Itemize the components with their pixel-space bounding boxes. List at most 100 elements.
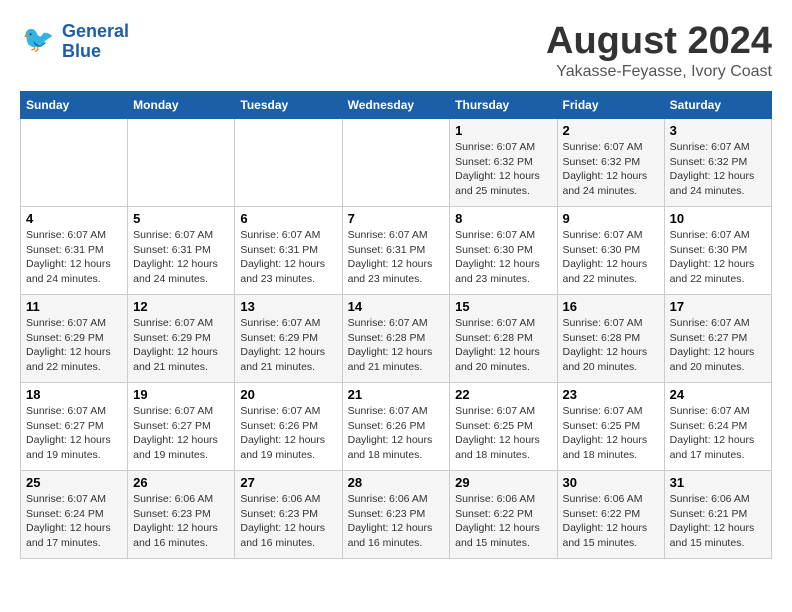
day-info: Sunrise: 6:07 AM Sunset: 6:31 PM Dayligh…: [348, 228, 445, 287]
day-info: Sunrise: 6:06 AM Sunset: 6:23 PM Dayligh…: [348, 492, 445, 551]
weekday-header: Saturday: [664, 92, 771, 119]
day-info: Sunrise: 6:07 AM Sunset: 6:31 PM Dayligh…: [133, 228, 229, 287]
calendar-cell: 20Sunrise: 6:07 AM Sunset: 6:26 PM Dayli…: [235, 383, 342, 471]
weekday-header: Sunday: [21, 92, 128, 119]
calendar-cell: 27 Sunrise: 6:06 AM Sunset: 6:23 PM Dayli…: [235, 471, 342, 559]
day-number: 4: [26, 211, 122, 226]
calendar-cell: 19 Sunrise: 6:07 AM Sunset: 6:27 PM Dayli…: [128, 383, 235, 471]
day-number: 10: [670, 211, 766, 226]
day-info: Sunrise: 6:07 AM Sunset: 6:29 PM Dayligh…: [133, 316, 229, 375]
day-info: Sunrise: 6:07 AM Sunset: 6:31 PM Dayligh…: [240, 228, 336, 287]
calendar-cell: [21, 119, 128, 207]
day-info: Sunrise: 6:06 AM Sunset: 6:23 PM Dayligh…: [240, 492, 336, 551]
day-info: Sunrise: 6:07 AM Sunset: 6:31 PM Dayligh…: [26, 228, 122, 287]
day-info: Sunrise: 6:07 AM Sunset: 6:28 PM Dayligh…: [455, 316, 551, 375]
day-info: Sunrise: 6:07 AM Sunset: 6:28 PM Dayligh…: [348, 316, 445, 375]
day-number: 23: [563, 387, 659, 402]
calendar-cell: 30 Sunrise: 6:06 AM Sunset: 6:22 PM Dayli…: [557, 471, 664, 559]
calendar-cell: 23Sunrise: 6:07 AM Sunset: 6:25 PM Dayli…: [557, 383, 664, 471]
day-number: 2: [563, 123, 659, 138]
day-number: 30: [563, 475, 659, 490]
calendar-cell: 25 Sunrise: 6:07 AM Sunset: 6:24 PM Dayli…: [21, 471, 128, 559]
calendar-cell: 5Sunrise: 6:07 AM Sunset: 6:31 PM Daylig…: [128, 207, 235, 295]
calendar-cell: 3 Sunrise: 6:07 AM Sunset: 6:32 PM Daylig…: [664, 119, 771, 207]
page-header: 🐦 General Blue August 2024 Yakasse-Feyas…: [20, 20, 772, 81]
day-number: 6: [240, 211, 336, 226]
day-info: Sunrise: 6:07 AM Sunset: 6:29 PM Dayligh…: [240, 316, 336, 375]
calendar-cell: 26Sunrise: 6:06 AM Sunset: 6:23 PM Dayli…: [128, 471, 235, 559]
day-number: 15: [455, 299, 551, 314]
day-number: 18: [26, 387, 122, 402]
title-block: August 2024 Yakasse-Feyasse, Ivory Coast: [546, 20, 772, 81]
day-info: Sunrise: 6:07 AM Sunset: 6:26 PM Dayligh…: [348, 404, 445, 463]
calendar-cell: 15 Sunrise: 6:07 AM Sunset: 6:28 PM Dayli…: [450, 295, 557, 383]
day-number: 8: [455, 211, 551, 226]
weekday-header: Thursday: [450, 92, 557, 119]
day-number: 12: [133, 299, 229, 314]
day-number: 25: [26, 475, 122, 490]
calendar-cell: 1 Sunrise: 6:07 AM Sunset: 6:32 PM Daylig…: [450, 119, 557, 207]
calendar-cell: 29 Sunrise: 6:06 AM Sunset: 6:22 PM Dayli…: [450, 471, 557, 559]
weekday-header-row: SundayMondayTuesdayWednesdayThursdayFrid…: [21, 92, 772, 119]
day-number: 1: [455, 123, 551, 138]
svg-text:🐦: 🐦: [22, 24, 54, 54]
day-number: 3: [670, 123, 766, 138]
day-info: Sunrise: 6:07 AM Sunset: 6:29 PM Dayligh…: [26, 316, 122, 375]
day-number: 19: [133, 387, 229, 402]
calendar-cell: [128, 119, 235, 207]
day-number: 29: [455, 475, 551, 490]
calendar-cell: [342, 119, 450, 207]
day-number: 9: [563, 211, 659, 226]
day-number: 28: [348, 475, 445, 490]
calendar-week-row: 1 Sunrise: 6:07 AM Sunset: 6:32 PM Daylig…: [21, 119, 772, 207]
calendar-cell: 22Sunrise: 6:07 AM Sunset: 6:25 PM Dayli…: [450, 383, 557, 471]
day-number: 20: [240, 387, 336, 402]
day-info: Sunrise: 6:07 AM Sunset: 6:24 PM Dayligh…: [26, 492, 122, 551]
calendar-cell: 11 Sunrise: 6:07 AM Sunset: 6:29 PM Dayli…: [21, 295, 128, 383]
logo: 🐦 General Blue: [20, 20, 129, 63]
day-info: Sunrise: 6:07 AM Sunset: 6:24 PM Dayligh…: [670, 404, 766, 463]
calendar-cell: 18 Sunrise: 6:07 AM Sunset: 6:27 PM Dayli…: [21, 383, 128, 471]
calendar-cell: 4 Sunrise: 6:07 AM Sunset: 6:31 PM Daylig…: [21, 207, 128, 295]
calendar-table: SundayMondayTuesdayWednesdayThursdayFrid…: [20, 91, 772, 559]
calendar-cell: 16Sunrise: 6:07 AM Sunset: 6:28 PM Dayli…: [557, 295, 664, 383]
weekday-header: Wednesday: [342, 92, 450, 119]
day-number: 11: [26, 299, 122, 314]
day-info: Sunrise: 6:07 AM Sunset: 6:32 PM Dayligh…: [670, 140, 766, 199]
day-info: Sunrise: 6:07 AM Sunset: 6:32 PM Dayligh…: [455, 140, 551, 199]
calendar-cell: 8Sunrise: 6:07 AM Sunset: 6:30 PM Daylig…: [450, 207, 557, 295]
day-number: 14: [348, 299, 445, 314]
day-info: Sunrise: 6:07 AM Sunset: 6:27 PM Dayligh…: [26, 404, 122, 463]
calendar-cell: 17Sunrise: 6:07 AM Sunset: 6:27 PM Dayli…: [664, 295, 771, 383]
calendar-cell: 24 Sunrise: 6:07 AM Sunset: 6:24 PM Dayli…: [664, 383, 771, 471]
calendar-cell: 31Sunrise: 6:06 AM Sunset: 6:21 PM Dayli…: [664, 471, 771, 559]
calendar-cell: 12 Sunrise: 6:07 AM Sunset: 6:29 PM Dayli…: [128, 295, 235, 383]
logo-icon: 🐦: [20, 20, 58, 58]
day-info: Sunrise: 6:07 AM Sunset: 6:27 PM Dayligh…: [670, 316, 766, 375]
weekday-header: Tuesday: [235, 92, 342, 119]
calendar-week-row: 4 Sunrise: 6:07 AM Sunset: 6:31 PM Daylig…: [21, 207, 772, 295]
day-info: Sunrise: 6:07 AM Sunset: 6:30 PM Dayligh…: [563, 228, 659, 287]
day-info: Sunrise: 6:07 AM Sunset: 6:25 PM Dayligh…: [455, 404, 551, 463]
weekday-header: Monday: [128, 92, 235, 119]
day-info: Sunrise: 6:06 AM Sunset: 6:21 PM Dayligh…: [670, 492, 766, 551]
calendar-week-row: 25 Sunrise: 6:07 AM Sunset: 6:24 PM Dayli…: [21, 471, 772, 559]
calendar-cell: 10 Sunrise: 6:07 AM Sunset: 6:30 PM Dayli…: [664, 207, 771, 295]
day-info: Sunrise: 6:06 AM Sunset: 6:22 PM Dayligh…: [455, 492, 551, 551]
calendar-cell: 14 Sunrise: 6:07 AM Sunset: 6:28 PM Dayli…: [342, 295, 450, 383]
day-number: 24: [670, 387, 766, 402]
day-number: 26: [133, 475, 229, 490]
day-info: Sunrise: 6:07 AM Sunset: 6:30 PM Dayligh…: [670, 228, 766, 287]
calendar-week-row: 18 Sunrise: 6:07 AM Sunset: 6:27 PM Dayli…: [21, 383, 772, 471]
day-info: Sunrise: 6:07 AM Sunset: 6:28 PM Dayligh…: [563, 316, 659, 375]
calendar-cell: 28 Sunrise: 6:06 AM Sunset: 6:23 PM Dayli…: [342, 471, 450, 559]
day-info: Sunrise: 6:06 AM Sunset: 6:22 PM Dayligh…: [563, 492, 659, 551]
calendar-cell: 6 Sunrise: 6:07 AM Sunset: 6:31 PM Daylig…: [235, 207, 342, 295]
weekday-header: Friday: [557, 92, 664, 119]
day-info: Sunrise: 6:07 AM Sunset: 6:27 PM Dayligh…: [133, 404, 229, 463]
location: Yakasse-Feyasse, Ivory Coast: [546, 63, 772, 81]
calendar-cell: 7Sunrise: 6:07 AM Sunset: 6:31 PM Daylig…: [342, 207, 450, 295]
logo-text: General Blue: [62, 22, 129, 62]
day-number: 13: [240, 299, 336, 314]
day-number: 27: [240, 475, 336, 490]
